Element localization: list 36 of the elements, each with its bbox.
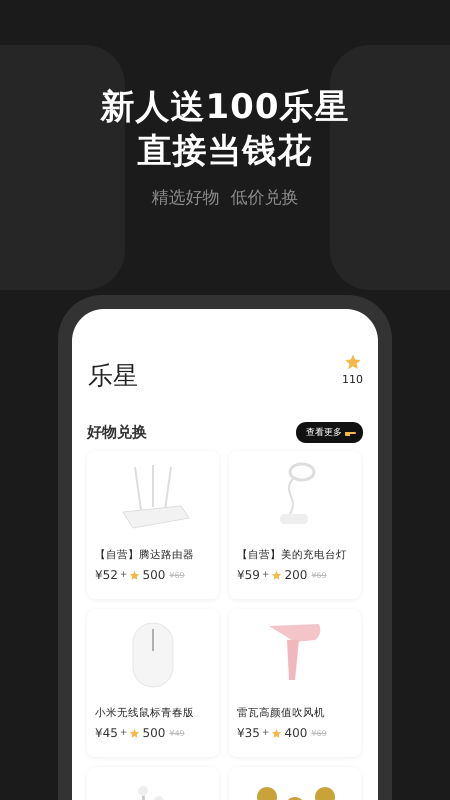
view-more-button[interactable]: 查看更多 <box>296 422 363 443</box>
points-cost: 400 <box>284 726 308 740</box>
original-price: ¥69 <box>311 570 327 580</box>
product-price: ¥45 <box>95 726 118 740</box>
plus-sign: + <box>262 570 270 580</box>
original-price: ¥49 <box>169 728 185 738</box>
product-card[interactable]: 小米无线鼠标青春版 ¥45 + 500 ¥49 <box>87 609 219 757</box>
points-balance: 110 <box>342 373 363 386</box>
headline: 新人送100乐星 <box>100 86 350 128</box>
plus-sign: + <box>120 728 128 738</box>
points-cost: 200 <box>284 568 308 582</box>
original-price: ¥69 <box>311 728 327 738</box>
product-card[interactable]: 【自营】腾达路由器 ¥52 + 500 ¥69 <box>87 451 219 599</box>
subtitle: 精选好物 低价兑换 <box>152 187 298 209</box>
points-cost: 500 <box>142 726 166 740</box>
original-price: ¥69 <box>169 570 185 580</box>
star-icon <box>344 353 362 371</box>
points-cost: 500 <box>142 568 166 582</box>
star-icon <box>271 570 282 580</box>
product-name: 【自营】腾达路由器 <box>95 548 195 562</box>
headline: 直接当钱花 <box>137 130 312 172</box>
app-title: 乐星 <box>88 360 138 392</box>
plus-sign: + <box>120 570 128 580</box>
product-price: ¥35 <box>237 726 260 740</box>
plus-sign: + <box>262 728 270 738</box>
star-icon <box>129 570 140 580</box>
product-price: ¥52 <box>95 568 118 582</box>
product-card[interactable]: 【自营】美的充电台灯 ¥59 + 200 ¥69 <box>229 451 361 599</box>
product-card[interactable]: 雷瓦高颜值吹风机 ¥35 + 400 ¥69 <box>229 609 361 757</box>
product-name: 小米无线鼠标青春版 <box>95 706 195 720</box>
product-name: 【自营】美的充电台灯 <box>237 548 348 562</box>
product-name: 雷瓦高颜值吹风机 <box>237 706 326 720</box>
section-title: 好物兑换 <box>87 423 147 442</box>
star-icon <box>271 728 282 738</box>
product-price: ¥59 <box>237 568 260 582</box>
star-icon <box>129 728 140 738</box>
